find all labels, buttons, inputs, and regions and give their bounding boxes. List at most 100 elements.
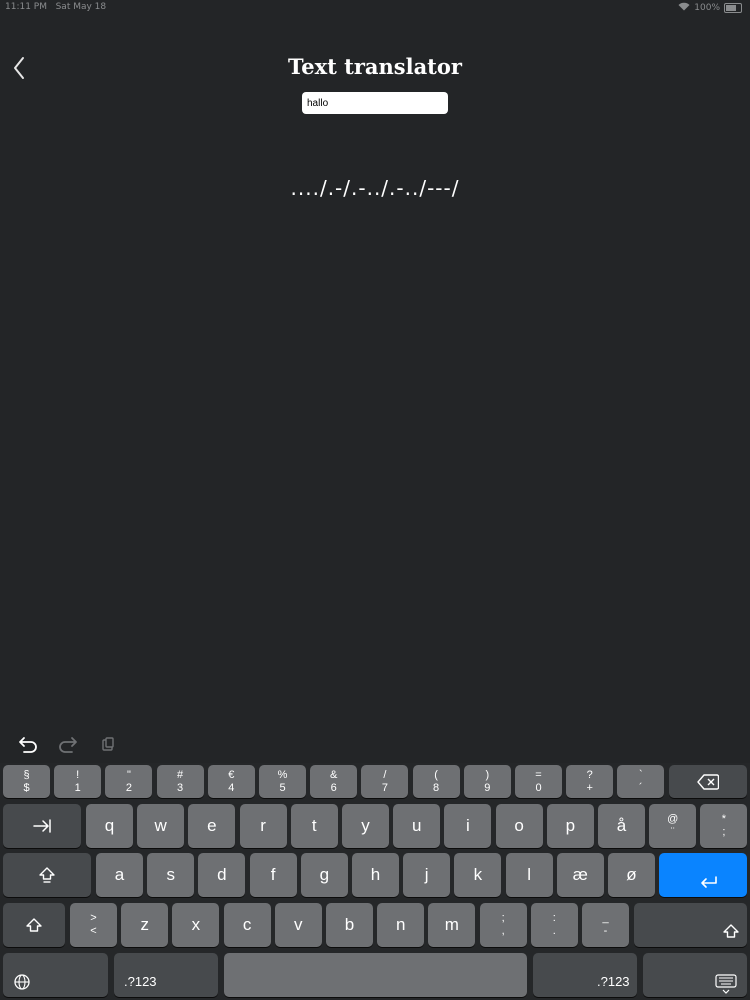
key-s[interactable]: s [147, 853, 195, 897]
key-l[interactable]: l [505, 853, 553, 897]
space-key[interactable] [224, 953, 527, 997]
key-legend: :. [553, 912, 556, 938]
key-n[interactable]: n [377, 903, 425, 947]
wifi-icon [678, 2, 690, 14]
key-row1-11[interactable]: ? + [566, 765, 614, 798]
key-legend: ! 1 [75, 769, 81, 795]
key-row2-extra-1[interactable]: *; [700, 804, 748, 848]
key-angle-brackets[interactable]: > < [70, 903, 117, 947]
page-title: Text translator [288, 54, 462, 79]
key-top-char: § [23, 768, 30, 781]
undo-icon [19, 737, 37, 753]
key-char: s [166, 865, 175, 884]
key-row1-9[interactable]: ) 9 [463, 765, 511, 798]
key-legend: % 5 [278, 769, 288, 795]
tab-key[interactable] [3, 804, 81, 848]
key-v[interactable]: v [274, 903, 322, 947]
key-bottom-char: + [586, 781, 593, 794]
return-key[interactable] [659, 853, 747, 897]
key-legend: > < [90, 912, 96, 938]
key-top-char: @ [667, 813, 679, 825]
key-x[interactable]: x [172, 903, 220, 947]
key-bottom-char: 7 [381, 781, 388, 794]
battery-percent: 100% [694, 3, 720, 13]
paste-button[interactable] [96, 733, 120, 755]
key-row1-2[interactable]: " 2 [105, 765, 153, 798]
key-row1-12[interactable]: ` ´ [617, 765, 665, 798]
key-top-char: : [552, 912, 556, 924]
key-r[interactable]: r [239, 804, 287, 848]
key-j[interactable]: j [403, 853, 451, 897]
globe-key[interactable] [3, 953, 108, 997]
globe-icon [13, 974, 30, 990]
key-m[interactable]: m [428, 903, 476, 947]
key-d[interactable]: d [198, 853, 246, 897]
key-top-char: " [126, 768, 131, 781]
key-char: ø [626, 865, 637, 884]
key-row4-extra-1[interactable]: :. [530, 903, 578, 947]
key-row1-5[interactable]: % 5 [259, 765, 306, 798]
key-char: n [395, 915, 406, 934]
battery-icon [724, 3, 742, 13]
backspace-key[interactable] [669, 765, 747, 798]
key-char: j [424, 865, 429, 884]
key-row1-7[interactable]: /7 [361, 765, 409, 798]
key-i[interactable]: i [444, 804, 492, 848]
caps-lock-key[interactable] [3, 853, 91, 897]
key-row1-3[interactable]: #3 [156, 765, 204, 798]
numbers-left-key[interactable]: .?123 [114, 953, 218, 997]
key-q[interactable]: q [86, 804, 133, 848]
key-top-char: & [330, 768, 338, 781]
key-row1-8[interactable]: (8 [412, 765, 460, 798]
key-row2-extra-0[interactable]: @ ¨ [649, 804, 697, 848]
text-input[interactable] [302, 92, 448, 114]
key-char: m [444, 915, 459, 934]
status-time: 11:11 PM [5, 2, 47, 12]
redo-button[interactable] [56, 733, 80, 755]
key-row1-0[interactable]: § $ [3, 765, 50, 798]
key-g[interactable]: g [300, 853, 348, 897]
numbers-right-key[interactable]: .?123 [533, 953, 637, 997]
key-b[interactable]: b [326, 903, 373, 947]
key-row4-extra-2[interactable]: _ - [582, 903, 629, 947]
status-right: 100% [678, 2, 742, 14]
key-bottom-char: , [501, 925, 505, 937]
key-bottom-char: 2 [125, 781, 132, 794]
key-e[interactable]: e [188, 804, 236, 848]
key-char: l [527, 865, 531, 884]
key-u[interactable]: u [393, 804, 441, 848]
shift-right-key[interactable] [634, 903, 747, 947]
key-row1-6[interactable]: & 6 [310, 765, 358, 798]
key-row1-4[interactable]: €4 [207, 765, 255, 798]
key-ø[interactable]: ø [608, 853, 655, 897]
key-p[interactable]: p [546, 804, 594, 848]
key-bottom-char: 6 [330, 781, 337, 794]
key-row1-10[interactable]: = 0 [515, 765, 562, 798]
redo-icon [59, 737, 77, 753]
tab-icon [33, 819, 51, 833]
key-char: r [260, 816, 266, 835]
shift-left-key[interactable] [3, 903, 65, 947]
key-h[interactable]: h [352, 853, 399, 897]
key-c[interactable]: c [223, 903, 271, 947]
key-char: c [242, 915, 252, 934]
key-w[interactable]: w [137, 804, 185, 848]
key-æ[interactable]: æ [556, 853, 604, 897]
key-bottom-char: < [90, 925, 97, 937]
status-left: 11:11 PM Sat May 18 [5, 2, 106, 12]
key-a[interactable]: a [96, 853, 143, 897]
key-row1-1[interactable]: ! 1 [54, 765, 102, 798]
key-å[interactable]: å [598, 804, 645, 848]
undo-button[interactable] [16, 733, 40, 755]
key-f[interactable]: f [249, 853, 297, 897]
dismiss-keyboard-key[interactable] [643, 953, 747, 997]
key-z[interactable]: z [121, 903, 169, 947]
key-k[interactable]: k [454, 853, 502, 897]
key-row4-extra-0[interactable]: ;, [479, 903, 527, 947]
key-legend: #3 [177, 769, 183, 795]
key-char: h [370, 865, 381, 884]
key-o[interactable]: o [495, 804, 543, 848]
key-t[interactable]: t [290, 804, 338, 848]
key-y[interactable]: y [342, 804, 389, 848]
key-legend: § $ [23, 769, 29, 795]
